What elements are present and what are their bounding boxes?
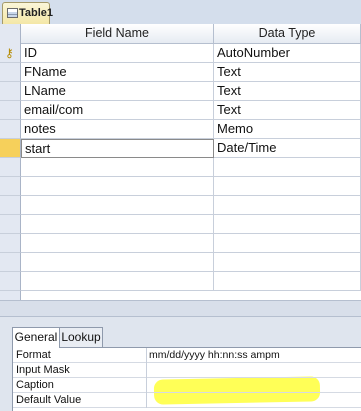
field-row[interactable]: ⚷ ID AutoNumber [0, 44, 361, 63]
row-selector[interactable] [0, 177, 21, 196]
empty-row[interactable] [0, 253, 361, 272]
row-selector[interactable] [0, 272, 21, 291]
empty-row[interactable] [0, 158, 361, 177]
column-header-field-name: Field Name [21, 24, 214, 44]
data-type-cell[interactable]: Text [214, 63, 361, 82]
field-name-cell[interactable]: notes [21, 120, 214, 139]
data-type-cell[interactable] [214, 215, 361, 234]
property-label: Input Mask [13, 363, 147, 378]
field-row[interactable]: FName Text [0, 63, 361, 82]
data-type-cell[interactable] [214, 177, 361, 196]
row-selector[interactable] [0, 234, 21, 253]
field-row[interactable]: LName Text [0, 82, 361, 101]
data-type-cell[interactable] [214, 234, 361, 253]
row-selector[interactable] [0, 215, 21, 234]
format-value-field[interactable]: mm/dd/yyyy hh:nn:ss ampm [147, 348, 361, 363]
tab-lookup[interactable]: Lookup [59, 327, 103, 347]
field-name-cell[interactable] [21, 234, 214, 253]
row-selector[interactable] [0, 158, 21, 177]
field-properties-pane: General Lookup Format mm/dd/yyyy hh:nn:s… [0, 317, 361, 411]
field-name-cell[interactable]: ID [21, 44, 214, 63]
empty-row[interactable] [0, 196, 361, 215]
field-design-grid: Field Name Data Type ⚷ ID AutoNumber FNa… [0, 24, 361, 300]
empty-row[interactable] [0, 234, 361, 253]
field-name-cell[interactable] [21, 177, 214, 196]
field-name-cell[interactable] [21, 158, 214, 177]
field-name-cell[interactable] [21, 215, 214, 234]
default-value-field[interactable] [147, 393, 361, 408]
field-name-cell[interactable]: start [21, 139, 214, 158]
data-type-cell[interactable]: Text [214, 101, 361, 120]
property-row-default-value[interactable]: Default Value [13, 393, 361, 408]
row-selector[interactable] [0, 120, 21, 139]
tab-label: Table1 [19, 7, 54, 19]
data-type-cell[interactable] [214, 253, 361, 272]
row-selector[interactable] [0, 63, 21, 82]
data-type-cell[interactable]: AutoNumber [214, 44, 361, 63]
row-selector[interactable] [0, 253, 21, 272]
table-icon [7, 8, 18, 18]
row-selector[interactable] [0, 196, 21, 215]
document-tab-strip: Table1 [0, 0, 361, 25]
field-row-selected[interactable]: start Date/Time [0, 139, 361, 158]
field-name-cell[interactable]: email/com [21, 101, 214, 120]
property-row-input-mask[interactable]: Input Mask [13, 363, 361, 378]
property-label: Caption [13, 378, 147, 393]
empty-row[interactable] [0, 215, 361, 234]
primary-key-icon: ⚷ [5, 46, 14, 60]
property-label: Default Value [13, 393, 147, 408]
field-row[interactable]: notes Memo [0, 120, 361, 139]
field-name-cell[interactable] [21, 272, 214, 291]
field-name-cell[interactable] [21, 196, 214, 215]
row-selector[interactable] [0, 139, 21, 158]
data-type-cell[interactable]: Memo [214, 120, 361, 139]
property-label: Format [13, 348, 147, 363]
property-row-format[interactable]: Format mm/dd/yyyy hh:nn:ss ampm [13, 348, 361, 363]
data-type-cell[interactable] [214, 272, 361, 291]
tab-table1[interactable]: Table1 [2, 2, 54, 24]
row-selector[interactable] [0, 101, 21, 120]
row-selector[interactable]: ⚷ [0, 44, 21, 63]
field-name-cell[interactable]: FName [21, 63, 214, 82]
data-type-cell[interactable] [214, 158, 361, 177]
empty-row[interactable] [0, 177, 361, 196]
property-row-caption[interactable]: Caption [13, 378, 361, 393]
tab-general[interactable]: General [12, 327, 60, 348]
table-design-view: Table1 Field Name Data Type ⚷ ID AutoNum… [0, 0, 361, 411]
field-name-cell[interactable]: LName [21, 82, 214, 101]
field-row[interactable]: email/com Text [0, 101, 361, 120]
data-type-cell[interactable]: Text [214, 82, 361, 101]
data-type-cell[interactable] [214, 196, 361, 215]
empty-row[interactable] [0, 272, 361, 291]
column-header-data-type: Data Type [214, 24, 361, 44]
data-type-cell[interactable]: Date/Time [214, 139, 361, 158]
input-mask-value-field[interactable] [147, 363, 361, 378]
field-name-cell[interactable] [21, 253, 214, 272]
caption-value-field[interactable] [147, 378, 361, 393]
pane-splitter[interactable] [0, 300, 361, 317]
row-selector[interactable] [0, 82, 21, 101]
property-sheet: Format mm/dd/yyyy hh:nn:ss ampm Input Ma… [12, 347, 361, 411]
